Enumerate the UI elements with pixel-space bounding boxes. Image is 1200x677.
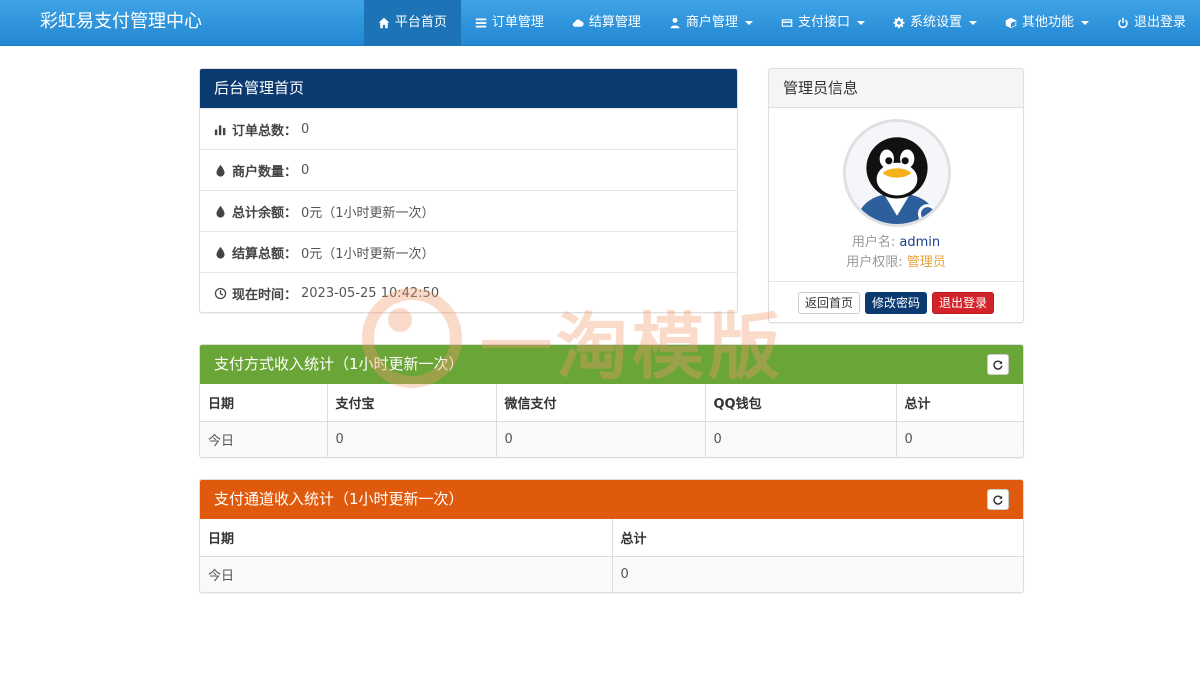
stat-total-balance: 总计余额： 0元（1小时更新一次）	[200, 190, 737, 231]
username-label: 用户名:	[851, 235, 896, 250]
table-cell: 0	[612, 556, 1023, 592]
stat-order-count: 订单总数： 0	[200, 108, 737, 149]
admin-username-line: 用户名: admin	[769, 231, 1023, 250]
home-icon	[378, 17, 390, 29]
role-value: 管理员	[906, 255, 946, 270]
pay-method-stats-table: 日期 支付宝 微信支付 QQ钱包 总计 今日 0 0 0 0	[200, 384, 1023, 457]
stat-value: 0元（1小时更新一次）	[301, 205, 435, 221]
stat-value: 0	[301, 162, 310, 178]
column-header: 支付宝	[327, 384, 497, 422]
change-password-button[interactable]: 修改密码	[864, 292, 927, 314]
table-cell: 0	[705, 421, 897, 457]
stat-settlement-total: 结算总额： 0元（1小时更新一次）	[200, 231, 737, 272]
cube-icon	[1005, 17, 1017, 29]
stat-value: 0	[301, 121, 310, 137]
nav-settlement-label: 结算管理	[588, 15, 641, 30]
column-header: 日期	[200, 519, 613, 557]
gear-icon	[893, 17, 905, 29]
refresh-button[interactable]	[987, 489, 1009, 510]
table-cell: 0	[327, 421, 497, 457]
nav-orders-label: 订单管理	[491, 15, 544, 30]
column-header: QQ钱包	[705, 384, 897, 422]
table-header-row: 日期 支付宝 微信支付 QQ钱包 总计	[200, 384, 1023, 422]
logout-button[interactable]: 退出登录	[932, 292, 995, 314]
nav-logout-label: 退出登录	[1133, 15, 1186, 30]
nav-system-settings-label: 系统设置	[909, 15, 962, 30]
home-button[interactable]: 返回首页	[797, 292, 860, 314]
clock-icon	[214, 287, 227, 299]
nav-merchants[interactable]: 商户管理	[655, 0, 767, 46]
pay-method-stats-header: 支付方式收入统计（1小时更新一次）	[200, 345, 1023, 384]
droplet-icon	[216, 164, 225, 177]
stat-value: 0元（1小时更新一次）	[301, 246, 435, 262]
cloud-icon	[572, 19, 584, 27]
chevron-down-icon	[968, 21, 977, 25]
brand-title[interactable]: 彩虹易支付管理中心	[40, 0, 202, 46]
column-header: 总计	[612, 519, 1023, 557]
chevron-down-icon	[856, 21, 865, 25]
table-cell: 今日	[200, 421, 328, 457]
nav-home[interactable]: 平台首页	[363, 0, 461, 46]
table-cell: 0	[896, 421, 1023, 457]
nav-other-functions-label: 其他功能	[1021, 15, 1074, 30]
stat-label: 总计余额：	[232, 205, 298, 221]
nav-logout[interactable]: 退出登录	[1103, 0, 1200, 46]
nav-system-settings[interactable]: 系统设置	[879, 0, 991, 46]
refresh-icon	[993, 494, 1003, 505]
channel-stats-title: 支付通道收入统计（1小时更新一次）	[214, 490, 464, 508]
penguin-avatar-icon	[846, 122, 948, 224]
bar-chart-icon	[214, 124, 226, 135]
stat-merchant-count: 商户数量： 0	[200, 149, 737, 190]
stat-label: 订单总数：	[232, 123, 298, 139]
table-row: 今日 0	[200, 556, 1023, 592]
column-header: 日期	[200, 384, 328, 422]
pay-method-stats-panel: 支付方式收入统计（1小时更新一次） 日期 支付宝 微信支付 QQ钱包 总计 今日…	[199, 344, 1024, 458]
chevron-down-icon	[1080, 21, 1089, 25]
stat-label: 商户数量：	[232, 164, 298, 180]
admin-info-panel: 管理员信息 用户名: admin 用户权限: 管理员 返回首页 修改密码 退出登…	[768, 68, 1024, 323]
table-cell: 0	[496, 421, 706, 457]
table-row: 今日 0 0 0 0	[200, 421, 1023, 457]
admin-role-line: 用户权限: 管理员	[769, 251, 1023, 270]
power-icon	[1118, 17, 1128, 29]
channel-stats-header: 支付通道收入统计（1小时更新一次）	[200, 480, 1023, 519]
nav-merchants-label: 商户管理	[685, 15, 738, 30]
refresh-icon	[993, 359, 1003, 370]
role-label: 用户权限:	[846, 255, 903, 270]
stat-current-time: 现在时间： 2023-05-25 10:42:50	[200, 272, 737, 312]
avatar	[843, 119, 951, 227]
user-icon	[670, 17, 680, 29]
dashboard-panel: 后台管理首页 订单总数： 0 商户数量： 0 总计余额： 0元（1小时更新一次）…	[199, 68, 738, 313]
droplet-icon	[216, 205, 225, 218]
stat-label: 结算总额：	[232, 246, 298, 262]
column-header: 微信支付	[496, 384, 706, 422]
nav-settlement[interactable]: 结算管理	[558, 0, 655, 46]
channel-stats-panel: 支付通道收入统计（1小时更新一次） 日期 总计 今日 0	[199, 479, 1024, 593]
table-cell: 今日	[200, 556, 613, 592]
stat-label: 现在时间：	[232, 287, 298, 303]
dashboard-title: 后台管理首页	[200, 69, 737, 108]
nav-other-functions[interactable]: 其他功能	[991, 0, 1103, 46]
nav-payment-api[interactable]: 支付接口	[767, 0, 879, 46]
admin-actions: 返回首页 修改密码 退出登录	[769, 281, 1023, 314]
admin-info-title: 管理员信息	[769, 69, 1023, 108]
chevron-down-icon	[744, 21, 753, 25]
table-header-row: 日期 总计	[200, 519, 1023, 557]
nav-payment-api-label: 支付接口	[797, 15, 850, 30]
username-value: admin	[899, 235, 941, 250]
channel-stats-table: 日期 总计 今日 0	[200, 519, 1023, 592]
top-navbar: 彩虹易支付管理中心 平台首页 订单管理 结算管理 商户管理 支付接口 系统设置	[0, 0, 1200, 46]
nav-home-label: 平台首页	[394, 15, 447, 30]
list-icon	[475, 18, 487, 28]
main-nav: 平台首页 订单管理 结算管理 商户管理 支付接口 系统设置 其他功能 退出登录	[363, 0, 1200, 46]
credit-card-icon	[781, 19, 793, 27]
pay-method-stats-title: 支付方式收入统计（1小时更新一次）	[214, 355, 464, 373]
stat-value: 2023-05-25 10:42:50	[301, 285, 440, 301]
droplet-icon	[216, 246, 225, 259]
nav-orders[interactable]: 订单管理	[461, 0, 558, 46]
column-header: 总计	[896, 384, 1023, 422]
refresh-button[interactable]	[987, 354, 1009, 375]
